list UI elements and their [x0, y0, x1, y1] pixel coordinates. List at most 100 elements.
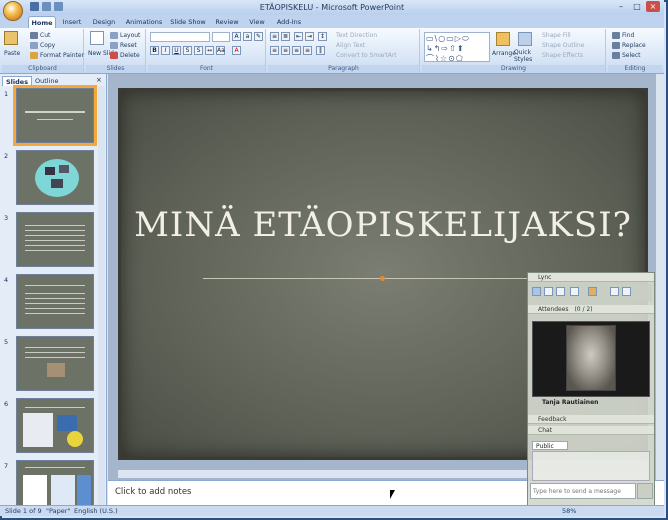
select-button[interactable]: Select: [612, 51, 641, 60]
align-center-icon[interactable]: ≡: [281, 46, 290, 55]
tab-review[interactable]: Review: [212, 16, 242, 28]
slide-number: 1: [4, 90, 9, 98]
quick-styles-icon[interactable]: [518, 32, 532, 46]
reset-button[interactable]: Reset: [110, 41, 137, 50]
thumb-line: [25, 407, 85, 408]
align-text-button[interactable]: Align Text: [336, 41, 365, 50]
close-button[interactable]: ×: [646, 1, 660, 12]
convert-smartart-button[interactable]: Convert to SmartArt: [336, 51, 397, 60]
shapes-gallery[interactable]: ▭\○▭▷⬭ ↳↰⇨⇧⬆ ⌒⌇☆⊙⬠: [424, 32, 490, 63]
thumb-line: [25, 467, 85, 468]
copy-button[interactable]: Copy: [30, 41, 55, 50]
mute-icon[interactable]: [544, 287, 553, 296]
font-color-icon[interactable]: A: [232, 46, 241, 55]
thumb-line: [25, 347, 85, 348]
slide-number: 6: [4, 400, 9, 408]
shape-outline-button[interactable]: Shape Outline: [542, 41, 584, 50]
paste-button[interactable]: Paste: [4, 49, 20, 58]
bold-icon[interactable]: B: [150, 46, 159, 55]
spacing-icon[interactable]: ↔: [205, 46, 214, 55]
align-left-icon[interactable]: ≡: [270, 46, 279, 55]
minimize-button[interactable]: –: [614, 1, 628, 12]
save-icon[interactable]: [30, 2, 39, 11]
shrink-font-icon[interactable]: a: [243, 32, 252, 41]
replace-icon: [612, 42, 620, 49]
strikethrough-icon[interactable]: S: [183, 46, 192, 55]
options-icon[interactable]: [622, 287, 631, 296]
arrange-icon[interactable]: [496, 32, 510, 46]
editor-vertical-scrollbar[interactable]: [656, 74, 664, 480]
slide-thumbnail[interactable]: [16, 150, 94, 205]
tab-slide-show[interactable]: Slide Show: [168, 16, 208, 28]
change-case-icon[interactable]: Aa: [216, 46, 225, 55]
people-icon[interactable]: [610, 287, 619, 296]
select-label: Select: [622, 52, 641, 59]
undo-icon[interactable]: [42, 2, 51, 11]
columns-icon[interactable]: ‖: [316, 46, 325, 55]
replace-button[interactable]: Replace: [612, 41, 646, 50]
line-spacing-icon[interactable]: ↕: [318, 32, 327, 41]
slide-title[interactable]: MINÄ ETÄOPISKELIJAKSI?: [118, 205, 648, 245]
maximize-button[interactable]: □: [630, 1, 644, 12]
tab-insert[interactable]: Insert: [58, 16, 86, 28]
message-input[interactable]: Type here to send a message: [530, 483, 636, 499]
shape-fill-button[interactable]: Shape Fill: [542, 31, 571, 40]
headset-icon[interactable]: [570, 287, 579, 296]
new-slide-icon[interactable]: [90, 31, 104, 45]
feedback-header[interactable]: Feedback: [528, 415, 654, 424]
find-button[interactable]: Find: [612, 31, 634, 40]
format-painter-button[interactable]: Format Painter: [30, 51, 84, 60]
attendees-header[interactable]: Attendees (0 / 2): [528, 305, 654, 314]
slide-thumbnail[interactable]: [16, 274, 94, 329]
redo-icon[interactable]: [54, 2, 63, 11]
present-icon[interactable]: [588, 287, 597, 296]
quick-styles-button[interactable]: Quick Styles: [514, 49, 538, 63]
justify-icon[interactable]: ≡: [303, 46, 312, 55]
office-button[interactable]: [3, 1, 23, 21]
delete-button[interactable]: Delete: [110, 51, 140, 60]
tab-add-ins[interactable]: Add-Ins: [272, 16, 306, 28]
tab-design[interactable]: Design: [88, 16, 120, 28]
tab-animations[interactable]: Animations: [122, 16, 166, 28]
slide-thumbnail[interactable]: [16, 398, 94, 453]
shape-effects-button[interactable]: Shape Effects: [542, 51, 583, 60]
underline-icon[interactable]: U: [172, 46, 181, 55]
cut-button[interactable]: Cut: [30, 31, 50, 40]
slides-panel-scrollbar[interactable]: [98, 86, 105, 506]
tab-public[interactable]: Public: [532, 441, 568, 450]
tab-slides[interactable]: Slides: [2, 76, 33, 86]
numbering-icon[interactable]: ≣: [281, 32, 290, 41]
video-icon[interactable]: [556, 287, 565, 296]
text-direction-button[interactable]: Text Direction: [336, 31, 377, 40]
send-button[interactable]: [637, 483, 653, 499]
decrease-indent-icon[interactable]: ⇤: [294, 32, 303, 41]
zoom-level[interactable]: 58%: [562, 507, 576, 515]
tab-view[interactable]: View: [244, 16, 270, 28]
close-panel-icon[interactable]: ×: [96, 76, 102, 84]
paste-icon[interactable]: [4, 31, 18, 45]
slide-thumbnail[interactable]: [16, 212, 94, 267]
copy-icon: [30, 42, 38, 49]
status-bar: Slide 1 of 9 "Paper" English (U.S.) 58%: [0, 505, 664, 516]
layout-button[interactable]: Layout: [110, 31, 140, 40]
editing-label: Editing: [608, 65, 662, 73]
font-size-select[interactable]: [212, 32, 230, 42]
shadow-icon[interactable]: S: [194, 46, 203, 55]
theme-name: "Paper": [46, 507, 71, 515]
arrange-button[interactable]: Arrange: [492, 49, 516, 58]
slide-thumbnail[interactable]: [16, 460, 94, 506]
share-icon[interactable]: [532, 287, 541, 296]
tab-outline[interactable]: Outline: [32, 76, 62, 86]
slide-thumbnail[interactable]: [16, 336, 94, 391]
italic-icon[interactable]: I: [161, 46, 170, 55]
grow-font-icon[interactable]: A: [232, 32, 241, 41]
slide-thumbnail[interactable]: [13, 85, 97, 146]
bullets-icon[interactable]: ≡: [270, 32, 279, 41]
increase-indent-icon[interactable]: ⇥: [305, 32, 314, 41]
clear-format-icon[interactable]: ✎: [254, 32, 263, 41]
chat-header[interactable]: Chat: [528, 426, 654, 435]
align-right-icon[interactable]: ≡: [292, 46, 301, 55]
slides-label: Slides: [86, 65, 145, 73]
tab-home[interactable]: Home: [28, 16, 56, 28]
font-name-select[interactable]: [150, 32, 210, 42]
